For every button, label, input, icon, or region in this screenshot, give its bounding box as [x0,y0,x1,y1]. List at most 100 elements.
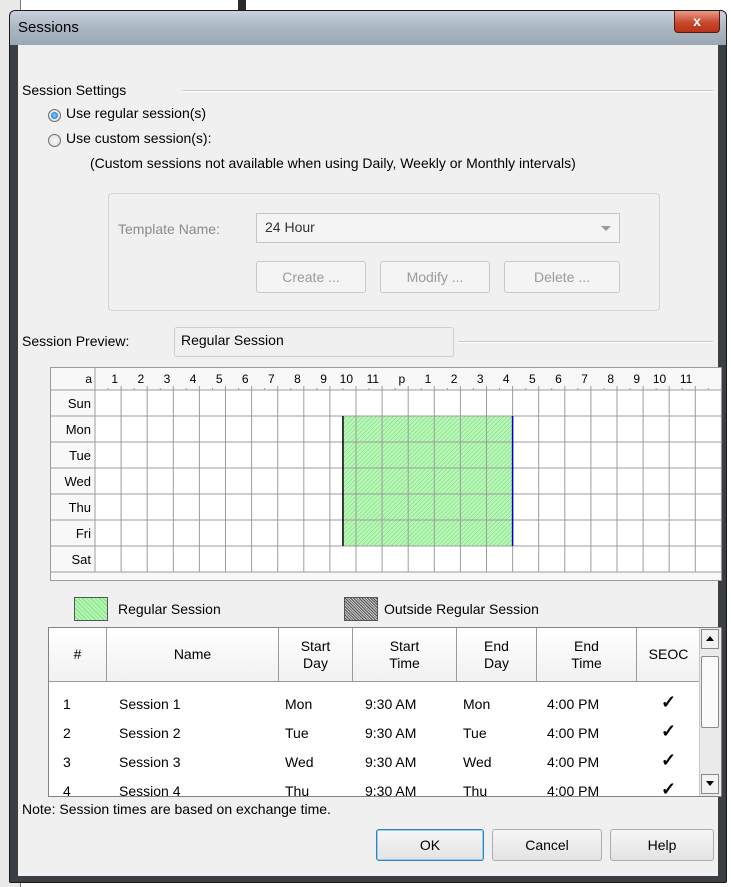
cell-seoc: ✓ [661,750,677,770]
cell-end-time: 4:00 PM [547,783,600,797]
table-row[interactable]: 1 Session 1 Mon 9:30 AM Mon 4:00 PM ✓ [49,690,701,719]
day-label-mon: Mon [66,422,91,437]
day-label-sat: Sat [71,552,91,567]
chevron-down-icon [601,226,611,231]
cell-start-day: Thu [285,783,310,797]
ok-button[interactable]: OK [376,829,484,861]
cell-start-time: 9:30 AM [365,725,417,741]
cell-num: 1 [63,696,71,712]
hour-label-12: p [399,372,406,386]
cell-seoc: ✓ [661,779,677,797]
sessions-table[interactable]: # Name Start Day Start Time End Day End … [48,627,722,797]
session-settings-group-label: Session Settings [22,82,127,98]
custom-session-note: (Custom sessions not available when usin… [90,155,576,171]
col-header-num[interactable]: # [49,628,107,682]
scroll-up-button[interactable] [701,629,719,649]
week-hour-grid: a 1 2 3 4 5 6 7 8 9 10 11 p 1 2 3 4 5 6 7 8 9 10 11 Sun Mon Tue Wed… [51,368,721,573]
outside-session-swatch [344,597,378,621]
dialog-body: Session Settings Use regular session(s) … [18,45,722,876]
hour-label-20: 8 [607,372,614,386]
regular-session-radio[interactable] [48,109,61,122]
cell-start-day: Wed [285,754,314,770]
hour-label-19: 7 [581,372,588,386]
scroll-thumb[interactable] [701,656,719,728]
table-row[interactable]: 4 Session 4 Thu 9:30 AM Thu 4:00 PM ✓ [49,777,701,797]
cell-end-time: 4:00 PM [547,725,600,741]
template-name-dropdown[interactable]: 24 Hour [256,213,620,243]
create-button[interactable]: Create ... [256,261,366,293]
day-label-sun: Sun [68,396,91,411]
regular-session-block [342,416,513,546]
cell-seoc: ✓ [661,721,677,741]
table-scrollbar[interactable] [699,628,721,796]
hour-label-14: 2 [451,372,458,386]
cell-name: Session 1 [119,696,181,712]
modify-button[interactable]: Modify ... [380,261,490,293]
template-name-value: 24 Hour [265,219,315,235]
table-row[interactable]: 2 Session 2 Tue 9:30 AM Tue 4:00 PM ✓ [49,719,701,748]
hour-label-9: 9 [320,372,327,386]
col-header-end-time[interactable]: End Time [537,628,637,682]
cell-end-day: Wed [463,754,492,770]
hour-label-23: 11 [680,372,693,386]
cancel-button[interactable]: Cancel [492,829,602,861]
day-label-wed: Wed [65,474,92,489]
col-header-start-day[interactable]: Start Day [279,628,353,682]
regular-session-legend-label: Regular Session [118,601,221,617]
cell-start-day: Tue [285,725,309,741]
help-button[interactable]: Help [610,829,714,861]
cell-name: Session 3 [119,754,181,770]
day-label-thu: Thu [69,500,91,515]
cell-start-time: 9:30 AM [365,696,417,712]
preview-divider [458,341,713,343]
table-row[interactable]: 3 Session 3 Wed 9:30 AM Wed 4:00 PM ✓ [49,748,701,777]
hour-label-3: 3 [164,372,171,386]
cell-num: 4 [63,783,71,797]
session-preview-label: Session Preview: [22,333,130,349]
delete-button[interactable]: Delete ... [504,261,620,293]
col-header-seoc[interactable]: SEOC [637,628,701,682]
cell-end-day: Mon [463,696,491,712]
day-label-tue: Tue [69,448,91,463]
custom-session-radio[interactable] [48,134,61,147]
hour-label-15: 3 [477,372,484,386]
col-header-start-time[interactable]: Start Time [353,628,457,682]
template-group [108,193,660,311]
hour-label-21: 9 [633,372,640,386]
close-button[interactable]: x [674,11,720,33]
hour-label-10: 10 [340,372,354,386]
cell-num: 2 [63,725,71,741]
cell-start-time: 9:30 AM [365,754,417,770]
cell-seoc: ✓ [661,692,677,712]
col-header-end-day[interactable]: End Day [457,628,537,682]
hour-label-1: 1 [111,372,118,386]
outside-session-legend-label: Outside Regular Session [384,601,539,617]
title-bar[interactable]: Sessions x [10,11,726,45]
hour-label-22: 10 [653,372,667,386]
exchange-time-note: Note: Session times are based on exchang… [22,801,331,817]
col-header-name[interactable]: Name [107,628,279,682]
arrow-up-icon [706,636,714,641]
cell-start-day: Mon [285,696,313,712]
session-preview-value: Regular Session [181,332,284,348]
custom-session-label[interactable]: Use custom session(s): [66,130,211,146]
hour-label-5: 5 [216,372,223,386]
regular-session-label[interactable]: Use regular session(s) [66,105,206,121]
session-preview-field: Regular Session [174,327,454,357]
hour-label-7: 7 [268,372,275,386]
template-name-label: Template Name: [118,221,220,237]
hour-label-16: 4 [503,372,510,386]
cell-end-day: Tue [463,725,487,741]
cell-end-day: Thu [463,783,488,797]
cell-name: Session 4 [119,783,181,797]
cell-start-time: 9:30 AM [365,783,417,797]
hour-label-11: 11 [367,372,380,386]
cell-end-time: 4:00 PM [547,696,600,712]
hour-label-13: 1 [425,372,432,386]
sessions-dialog: Sessions x Session Settings Use regular … [9,10,727,883]
scroll-down-button[interactable] [701,774,719,794]
arrow-down-icon [706,781,714,786]
cell-end-time: 4:00 PM [547,754,600,770]
hour-label-18: 6 [555,372,562,386]
hour-label-8: 8 [294,372,301,386]
